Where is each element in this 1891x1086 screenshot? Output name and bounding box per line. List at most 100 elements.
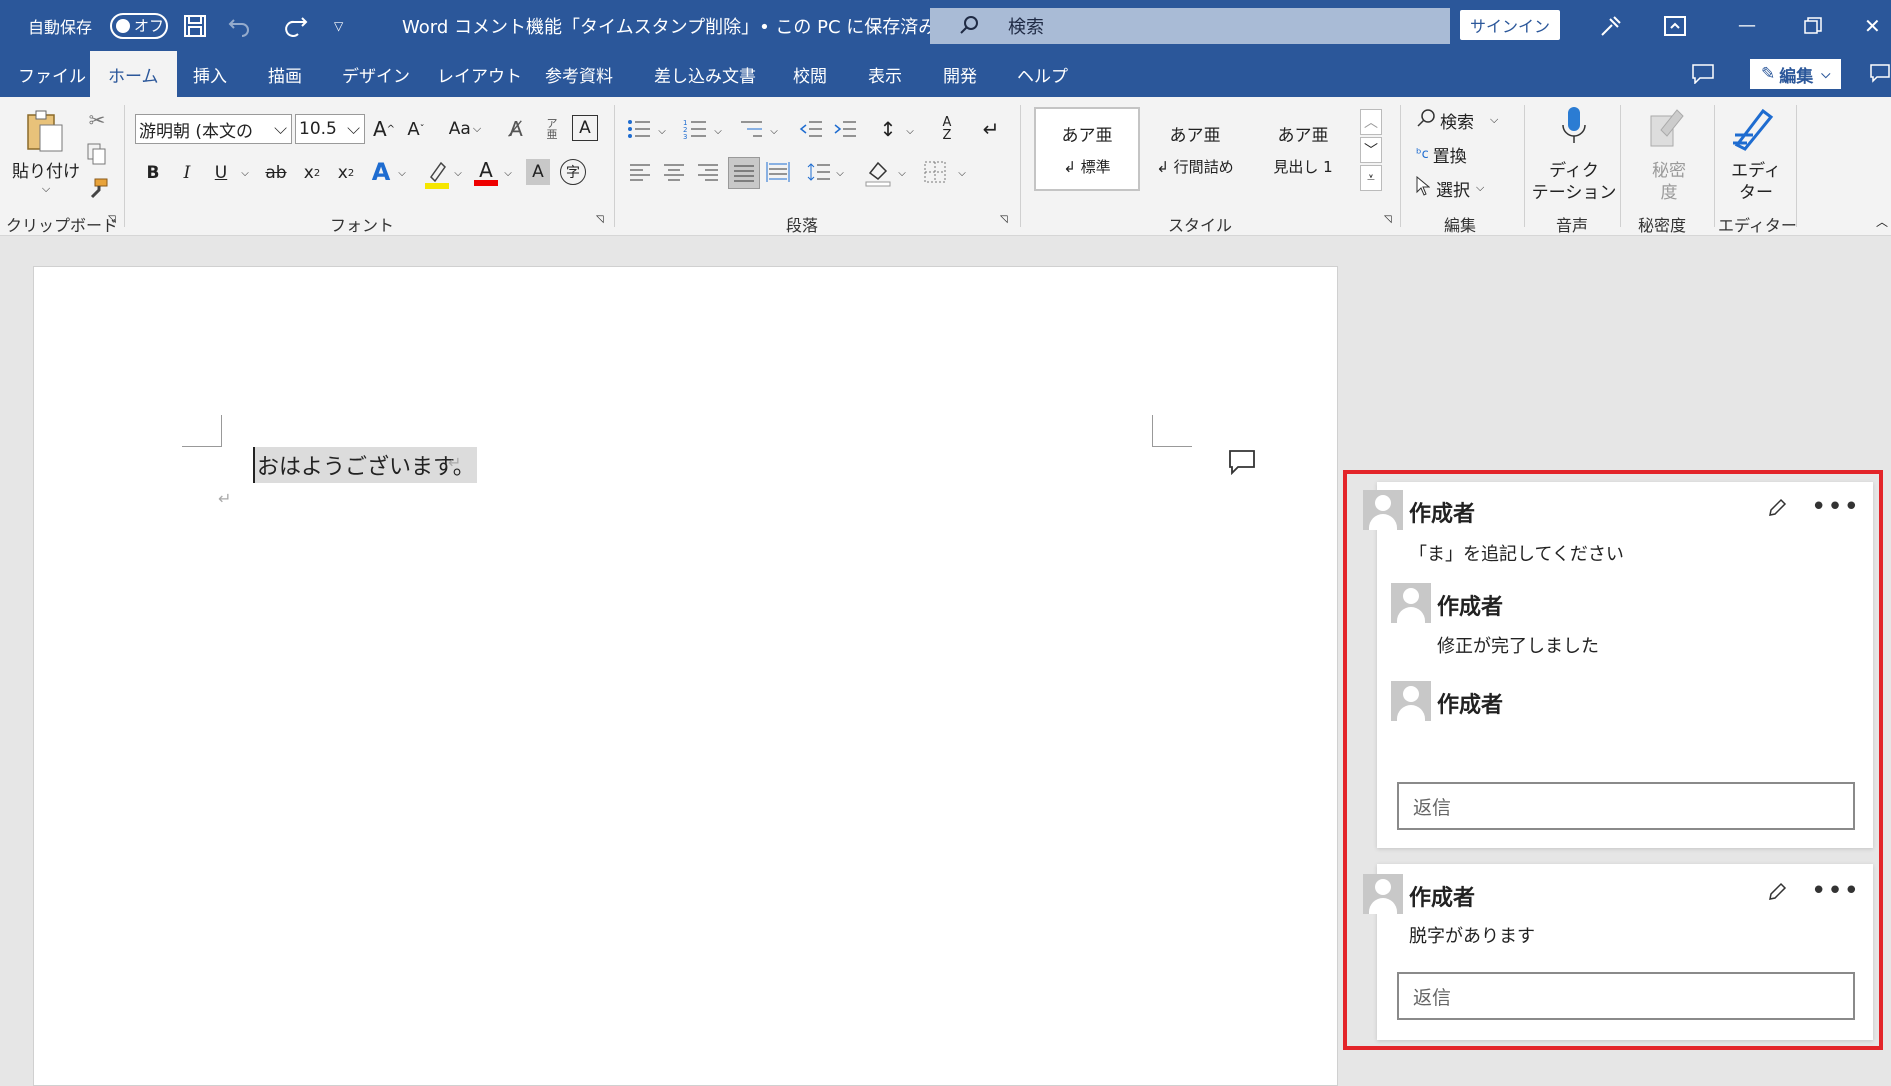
chevron-down-icon[interactable]: ⌵ [896,163,908,183]
justify-icon[interactable] [728,157,760,189]
tab-draw[interactable]: 描画 [268,51,302,97]
edit-comment-icon[interactable] [1767,882,1787,906]
phonetic-guide-icon[interactable]: ア亜 [540,115,564,143]
sort-icon[interactable]: AZ [934,115,960,143]
tab-layout[interactable]: レイアウト [437,51,522,97]
styles-more-icon[interactable]: ⩡ [1360,165,1382,191]
text-direction-icon[interactable]: ↕ [874,115,902,143]
subscript-icon[interactable]: x2 [298,159,326,187]
tab-review[interactable]: 校閲 [793,51,827,97]
ribbon-display-icon[interactable] [1664,0,1686,51]
tab-design[interactable]: デザイン [342,51,410,97]
shrink-font-icon[interactable]: Aˇ [403,115,429,143]
redo-icon[interactable] [284,0,308,51]
bullets-icon[interactable] [626,115,652,143]
chevron-down-icon[interactable]: ⌵ [502,163,514,183]
paste-button-label[interactable]: 貼り付け [10,157,82,182]
more-options-icon[interactable]: ••• [1811,878,1860,904]
restore-icon[interactable] [1804,0,1822,51]
reply-input[interactable]: 返信 [1397,782,1855,830]
clipboard-launcher-icon[interactable]: ◹ [108,214,116,225]
style-normal[interactable]: あア亜 ↲ 標準 [1034,107,1140,191]
superscript-icon[interactable]: x2 [332,159,360,187]
select-button[interactable]: 選択 ⌵ [1416,175,1484,201]
editor-label-2[interactable]: ター [1714,179,1798,203]
paragraph-launcher-icon[interactable]: ◹ [1000,214,1008,225]
comment-anchor-icon[interactable] [1228,449,1256,479]
autosave-toggle[interactable]: オフ [110,12,168,39]
tab-help[interactable]: ヘルプ [1017,51,1068,97]
document-page[interactable]: おはようございます。 ↵ ↵ [33,266,1338,1086]
italic-icon[interactable]: I [176,159,198,187]
dictate-label-1[interactable]: ディク [1530,157,1618,181]
comment-thread[interactable]: 作成者 ••• 「ま」を追記してください 作成者 修正が完了しました 作成者 返… [1363,482,1873,848]
chevron-down-icon[interactable]: ⌵ [768,121,780,141]
distributed-icon[interactable] [764,159,792,185]
tab-home[interactable]: ホーム [90,51,177,97]
chevron-down-icon[interactable]: ⌵ [834,163,846,183]
show-formatting-marks-icon[interactable]: ↵ [978,115,1004,143]
chevron-down-icon[interactable]: ⌵ [452,163,464,183]
chevron-down-icon[interactable]: ⌵ [956,163,968,183]
paste-icon[interactable] [14,109,74,155]
chevron-down-icon[interactable]: ⌵ [904,121,916,141]
signin-button[interactable]: サインイン [1460,10,1560,40]
chevron-down-icon[interactable]: ⌵ [396,163,408,183]
style-no-spacing[interactable]: あア亜 ↲ 行間詰め [1142,107,1248,191]
find-button[interactable]: 検索 ⌵ [1416,107,1498,133]
decrease-indent-icon[interactable] [798,115,824,143]
minimize-icon[interactable]: — [1738,0,1756,51]
sensitivity-icon[interactable] [1646,105,1686,151]
editor-icon[interactable] [1730,105,1778,151]
tab-developer[interactable]: 開発 [943,51,977,97]
comments-icon[interactable] [1692,51,1714,97]
comment-thread[interactable]: 作成者 ••• 脱字があります 返信 [1363,864,1873,1040]
chevron-down-icon[interactable]: ⌵ [712,121,724,141]
clear-formatting-icon[interactable]: A̸ [502,115,530,143]
borders-icon[interactable] [922,159,948,185]
sensitivity-label-2[interactable]: 度 [1626,179,1712,203]
align-left-icon[interactable] [628,159,652,185]
align-right-icon[interactable] [696,159,720,185]
edit-comment-icon[interactable] [1767,498,1787,522]
designer-icon[interactable] [1598,0,1624,51]
font-name-combo[interactable]: 游明朝 (本文の ⌵ [135,114,292,144]
style-heading-1[interactable]: あア亜 見出し 1 [1250,107,1356,191]
tab-insert[interactable]: 挿入 [193,51,227,97]
styles-scroll-up-icon[interactable]: ︿ [1360,109,1382,135]
grow-font-icon[interactable]: A ^ [371,115,397,143]
character-shading-icon[interactable]: A [526,159,550,185]
tab-file[interactable]: ファイル [18,51,86,97]
font-launcher-icon[interactable]: ◹ [596,214,604,225]
format-painter-icon[interactable] [86,175,110,201]
share-icon[interactable] [1870,51,1890,97]
collapse-ribbon-icon[interactable]: ︿ [1876,213,1888,230]
increase-indent-icon[interactable] [832,115,858,143]
undo-icon[interactable] [228,0,252,51]
cut-icon[interactable]: ✂ [86,107,108,133]
font-color-icon[interactable]: A [472,155,500,191]
shading-icon[interactable] [864,157,892,189]
chevron-down-icon[interactable]: ⌵ [656,121,668,141]
multilevel-list-icon[interactable] [738,115,764,143]
text-effects-icon[interactable]: A [368,157,394,187]
highlight-icon[interactable] [424,157,450,191]
align-center-icon[interactable] [662,159,686,185]
tab-references[interactable]: 参考資料 [545,51,613,97]
close-icon[interactable]: ✕ [1864,0,1881,51]
line-spacing-icon[interactable] [806,159,832,185]
tab-mailings[interactable]: 差し込み文書 [654,51,756,97]
styles-launcher-icon[interactable]: ◹ [1384,214,1392,225]
enclose-characters-icon[interactable]: 字 [560,159,586,185]
sensitivity-label-1[interactable]: 秘密 [1626,157,1712,181]
search-box[interactable]: 検索 [930,8,1450,44]
edit-mode-button[interactable]: ✎ 編集 ⌵ [1750,59,1842,89]
underline-icon[interactable]: U [210,159,232,187]
styles-scroll-down-icon[interactable]: ﹀ [1360,137,1382,163]
editor-label-1[interactable]: エディ [1714,157,1798,181]
bold-icon[interactable]: B [142,159,164,187]
numbering-icon[interactable]: 123 [682,115,708,143]
dictate-label-2[interactable]: テーション [1530,179,1618,203]
chevron-down-icon[interactable]: ⌵ [238,163,252,183]
customize-qat-icon[interactable]: ▽ [334,0,343,51]
